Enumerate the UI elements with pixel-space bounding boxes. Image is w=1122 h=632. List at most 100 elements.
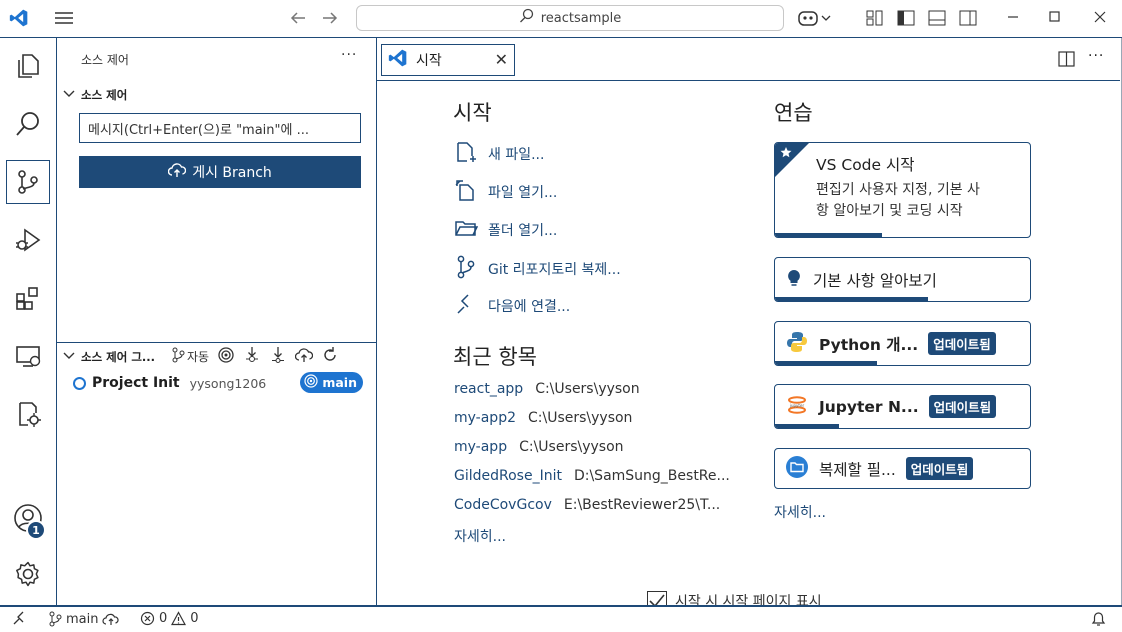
toggle-primary-sidebar-icon[interactable]	[897, 9, 915, 31]
recent-name[interactable]: CodeCovGcov	[454, 497, 552, 513]
editor-more-actions-icon[interactable]: ···	[1088, 48, 1104, 64]
walkthrough-title: Python 개...	[819, 335, 919, 354]
target-icon[interactable]	[217, 346, 235, 367]
recent-path: C:\Users\yyson	[535, 381, 640, 397]
back-arrow-icon[interactable]	[289, 10, 307, 30]
extensions-icon[interactable]	[6, 276, 50, 320]
recent-item[interactable]: CodeCovGcov E:\BestReviewer25\T...	[454, 497, 720, 513]
testing-icon[interactable]	[6, 392, 50, 436]
title-bar: reactsample	[0, 0, 1122, 38]
new-file-link[interactable]: 새 파일...	[454, 141, 544, 167]
push-cloud-icon[interactable]	[294, 347, 314, 366]
updated-badge: 업데이트됨	[928, 395, 997, 418]
recent-heading: 최근 항목	[453, 345, 537, 369]
open-file-link[interactable]: 파일 열기...	[454, 179, 557, 205]
featured-desc-line2: 항 알아보기 및 코딩 시작	[816, 203, 963, 219]
pull-icon[interactable]	[269, 346, 287, 367]
graph-section-header[interactable]: 소스 제어 그...	[63, 349, 155, 365]
walkthroughs-heading: 연습	[774, 101, 813, 125]
recent-more-link[interactable]: 자세히...	[454, 526, 506, 546]
branch-pill-label: main	[322, 375, 357, 390]
activity-bar: 1	[0, 38, 57, 605]
close-icon[interactable]: ✕	[495, 50, 508, 69]
recent-name[interactable]: react_app	[454, 381, 523, 397]
cloud-upload-icon	[168, 162, 187, 182]
startup-checkbox[interactable]	[647, 591, 667, 605]
show-on-startup[interactable]: 시작 시 시작 페이지 표시	[647, 591, 822, 605]
source-control-section-header[interactable]: 소스 제어	[63, 87, 127, 103]
chevron-down-icon	[63, 350, 75, 364]
fetch-icon[interactable]	[243, 346, 261, 367]
vscode-logo-icon	[388, 48, 408, 72]
walkthroughs-more-link[interactable]: 자세히...	[774, 502, 826, 522]
show-on-startup-label: 시작 시 시작 페이지 표시	[675, 594, 822, 605]
command-center-search[interactable]: reactsample	[356, 5, 784, 31]
menu-hamburger-icon[interactable]	[54, 10, 74, 30]
recent-name[interactable]: GildedRose_Init	[454, 468, 562, 484]
folder-icon	[454, 217, 479, 243]
error-count: 0	[159, 611, 168, 626]
section-title: 소스 제어	[81, 88, 128, 102]
commit-author: yysong1206	[189, 375, 267, 391]
explorer-icon[interactable]	[6, 44, 50, 88]
split-editor-icon[interactable]	[1058, 51, 1076, 71]
source-control-icon[interactable]	[6, 160, 50, 204]
commit-message-input[interactable]: 메시지(Ctrl+Enter(으)로 "main"에 ...	[79, 113, 361, 143]
featured-title: VS Code 시작	[816, 156, 915, 174]
open-folder-link[interactable]: 폴더 열기...	[454, 217, 557, 243]
updated-badge: 업데이트됨	[905, 457, 974, 480]
remote-explorer-icon[interactable]	[6, 334, 50, 378]
walkthrough-card-featured[interactable]: VS Code 시작 편집기 사용자 지정, 기본 사 항 알아보기 및 코딩 …	[774, 142, 1031, 238]
connect-to-link[interactable]: 다음에 연결...	[454, 293, 570, 319]
close-window-icon[interactable]	[1094, 11, 1106, 27]
branch-icon	[49, 611, 62, 627]
recent-name[interactable]: my-app2	[454, 410, 516, 426]
branch-status[interactable]: main	[48, 611, 120, 627]
minimize-icon[interactable]	[1006, 10, 1020, 28]
search-icon	[519, 8, 535, 28]
maximize-icon[interactable]	[1049, 11, 1061, 27]
open-folder-label: 폴더 열기...	[488, 223, 558, 239]
refresh-icon[interactable]	[321, 346, 339, 367]
forward-arrow-icon[interactable]	[321, 10, 339, 30]
remote-indicator[interactable]	[12, 611, 28, 625]
recent-name[interactable]: my-app	[454, 439, 507, 455]
source-control-sidebar: 소스 제어 ··· 소스 제어 메시지(Ctrl+Enter(으)로 "main…	[57, 38, 377, 605]
walkthrough-progress-bar	[775, 361, 877, 365]
walkthrough-card[interactable]: 기본 사항 알아보기	[774, 257, 1031, 302]
clone-repo-label: Git 리포지토리 복제...	[488, 262, 621, 278]
recent-path: C:\Users\yyson	[528, 410, 633, 426]
more-actions-icon[interactable]: ···	[341, 47, 357, 63]
tab-welcome[interactable]: 시작 ✕	[381, 44, 515, 76]
walkthrough-card[interactable]: Python 개... 업데이트됨	[774, 321, 1031, 366]
customize-layout-icon[interactable]	[866, 9, 884, 31]
recent-item[interactable]: my-app C:\Users\yyson	[454, 439, 624, 455]
vscode-logo-icon	[9, 8, 29, 32]
walkthrough-card[interactable]: jupyter Jupyter N... 업데이트됨	[774, 384, 1031, 429]
publish-branch-label: 게시 Branch	[192, 165, 272, 181]
commit-list-item[interactable]: Project Init yysong1206 main	[73, 372, 363, 394]
toggle-panel-icon[interactable]	[928, 9, 946, 31]
walkthrough-title: 복제할 필...	[819, 460, 896, 479]
commit-dot-icon	[73, 376, 86, 390]
search-view-icon[interactable]	[6, 102, 50, 146]
publish-branch-button[interactable]: 게시 Branch	[79, 156, 361, 188]
problems-status[interactable]: 0 0	[140, 611, 199, 626]
target-icon	[304, 374, 318, 391]
branch-name: main	[66, 611, 99, 627]
notifications-bell-icon[interactable]	[1091, 611, 1106, 627]
recent-item[interactable]: GildedRose_Init D:\SamSung_BestRe...	[454, 468, 730, 484]
section-divider	[57, 342, 377, 343]
publish-cloud-icon[interactable]	[102, 612, 120, 626]
branch-pill[interactable]: main	[300, 372, 363, 393]
clone-repo-link[interactable]: Git 리포지토리 복제...	[454, 255, 621, 283]
toggle-secondary-sidebar-icon[interactable]	[959, 9, 977, 31]
recent-item[interactable]: react_app C:\Users\yyson	[454, 381, 640, 397]
run-debug-icon[interactable]	[6, 218, 50, 262]
copilot-icon[interactable]	[798, 8, 832, 32]
recent-item[interactable]: my-app2 C:\Users\yyson	[454, 410, 632, 426]
auto-branch-filter[interactable]: 자동	[171, 347, 209, 366]
warning-count: 0	[190, 611, 199, 626]
walkthrough-card[interactable]: 복제할 필... 업데이트됨	[774, 448, 1031, 489]
settings-gear-icon[interactable]	[6, 552, 50, 596]
